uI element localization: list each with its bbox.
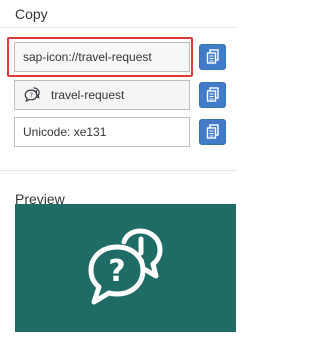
section-separator <box>0 170 237 171</box>
icon-details-panel: Copy sap-icon://travel-request ? travel-… <box>0 0 251 342</box>
selection-highlight <box>7 37 193 77</box>
copy-section-divider <box>0 27 237 28</box>
svg-text:?: ? <box>108 254 125 289</box>
svg-text:?: ? <box>29 91 33 99</box>
icon-name-field[interactable]: ? travel-request <box>14 80 190 110</box>
travel-request-icon: ? <box>88 228 162 305</box>
copy-icon <box>206 49 219 64</box>
copy-icon-name-button[interactable] <box>199 82 226 108</box>
copy-icon <box>206 87 219 102</box>
copy-section-title: Copy <box>15 6 48 22</box>
copy-icon-uri-button[interactable] <box>199 44 226 70</box>
icon-preview-tile: ? <box>15 204 236 332</box>
unicode-field[interactable]: Unicode: xe131 <box>14 117 190 147</box>
travel-request-icon: ? <box>23 86 41 104</box>
copy-icon <box>206 124 219 139</box>
unicode-text: Unicode: xe131 <box>23 125 107 139</box>
icon-name-text: travel-request <box>51 88 125 102</box>
copy-unicode-button[interactable] <box>199 119 226 145</box>
